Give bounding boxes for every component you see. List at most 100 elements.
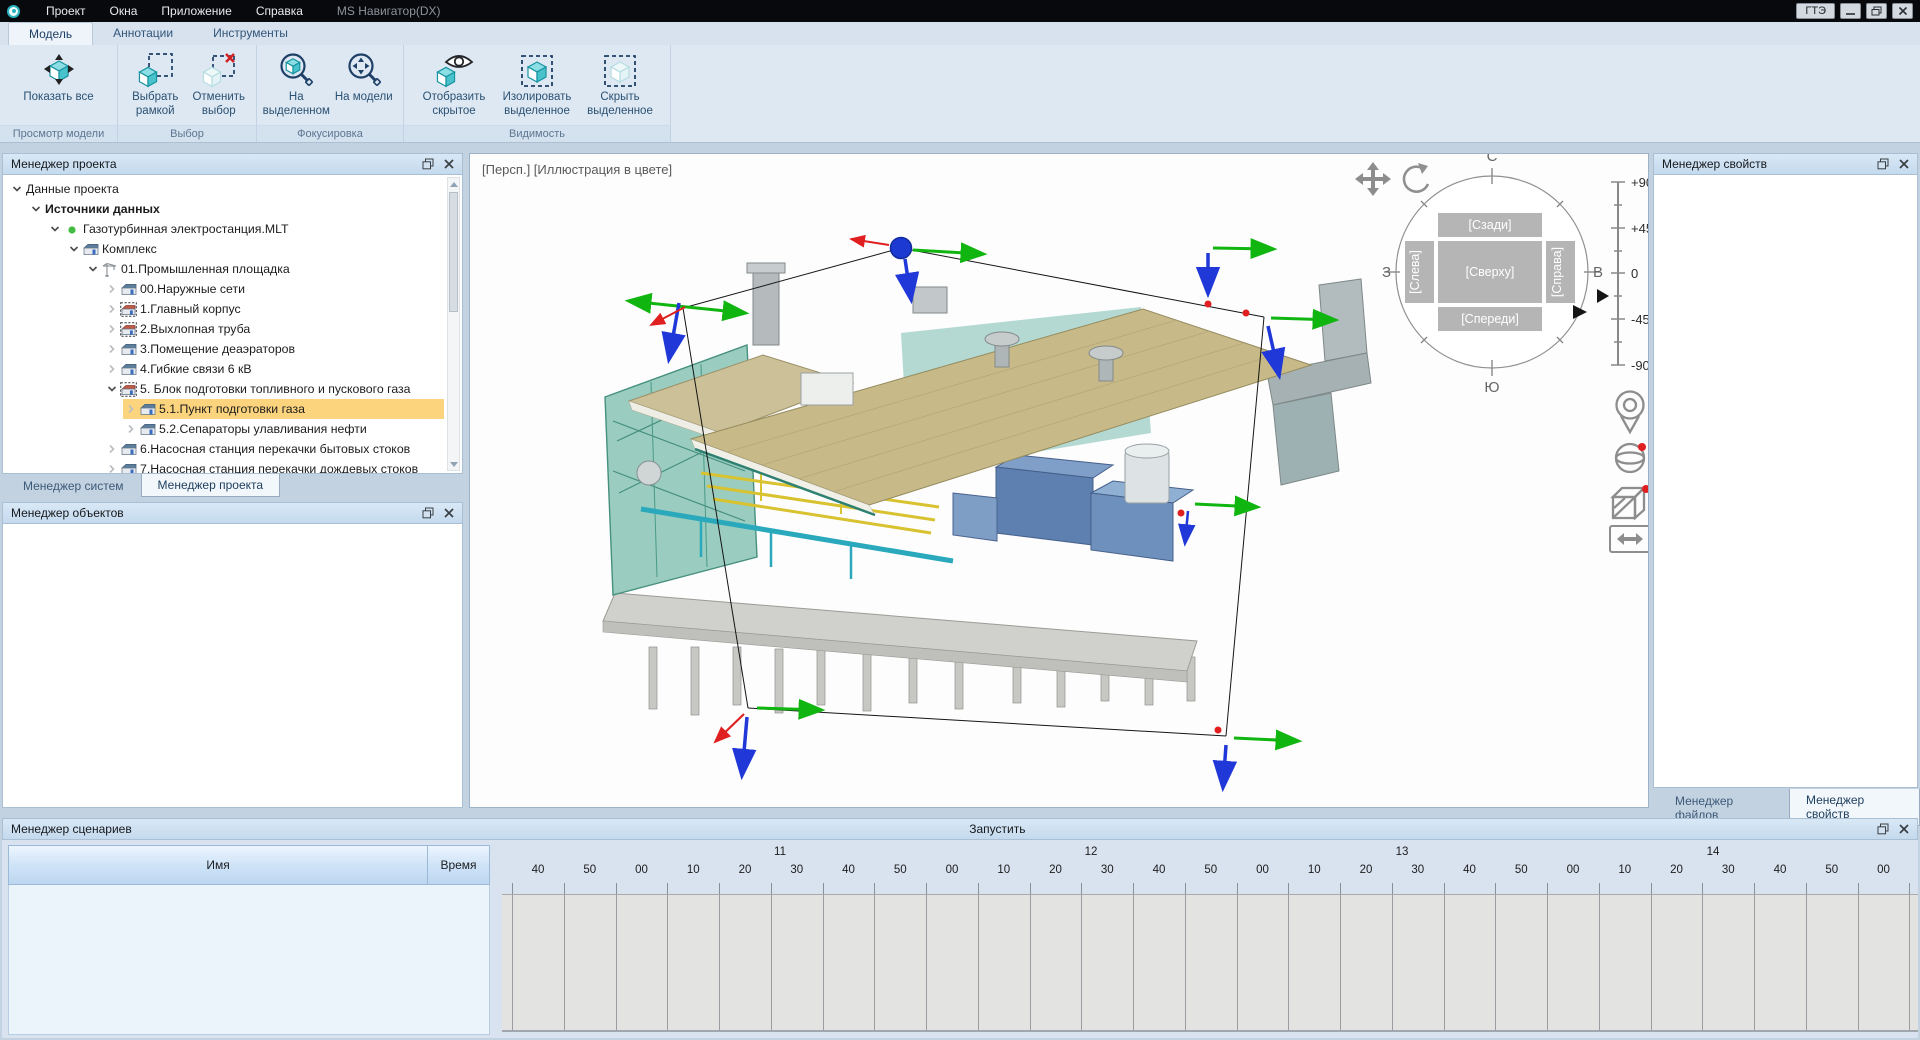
viewport-3d[interactable]: [Персп.] [Иллюстрация в цвете]	[469, 153, 1649, 808]
ribbon-tab-1[interactable]: Аннотации	[93, 22, 193, 45]
tree-item[interactable]: 5.2.Сепараторы улавливания нефти	[3, 419, 462, 439]
gizmo-sphere-handle	[891, 238, 912, 259]
menu-item-0[interactable]: Проект	[34, 0, 98, 22]
column-header-time[interactable]: Время	[427, 846, 489, 884]
close-panel-icon[interactable]	[1899, 159, 1909, 169]
chevron-right-icon[interactable]	[104, 323, 119, 335]
float-panel-icon[interactable]	[422, 507, 434, 519]
timeline-gridline	[1702, 895, 1703, 1030]
tree-item[interactable]: 3.Помещение деаэраторов	[3, 339, 462, 359]
walk-box-icon[interactable]	[1613, 485, 1648, 518]
show-all-button[interactable]: Показать все	[4, 50, 113, 105]
ribbon: МодельАннотацииИнструменты Показать все …	[0, 22, 1920, 143]
chevron-right-icon[interactable]	[104, 303, 119, 315]
timeline-minute-label: 00	[635, 864, 648, 876]
show-hidden-button[interactable]: Отобразить скрытое	[414, 50, 495, 119]
window-controls: ГТЭ	[1796, 3, 1913, 19]
elevation-marker[interactable]	[1597, 289, 1609, 303]
chevron-down-icon[interactable]	[9, 183, 24, 195]
chevron-right-icon[interactable]	[123, 423, 138, 435]
chevron-down-icon[interactable]	[66, 243, 81, 255]
house-dashed-icon	[119, 322, 138, 337]
chevron-right-icon[interactable]	[104, 443, 119, 455]
menu-item-2[interactable]: Приложение	[149, 0, 243, 22]
tree-item[interactable]: 2.Выхлопная труба	[3, 319, 462, 339]
chevron-right-icon[interactable]	[104, 463, 119, 474]
float-panel-icon[interactable]	[422, 158, 434, 170]
tree-item-label: 01.Промышленная площадка	[119, 262, 290, 276]
chevron-right-icon[interactable]	[123, 403, 138, 415]
run-scenario-button[interactable]: Запустить	[969, 822, 1025, 836]
orbit-icon[interactable]	[1616, 443, 1646, 472]
select-by-frame-button[interactable]: Выбрать рамкой	[125, 50, 187, 119]
close-panel-icon[interactable]	[444, 159, 454, 169]
menu-item-1[interactable]: Окна	[98, 0, 150, 22]
chevron-down-icon[interactable]	[85, 263, 100, 275]
float-panel-icon[interactable]	[1877, 823, 1889, 835]
elevation-slider[interactable]: +90 +45 0 -45 -90	[1597, 175, 1648, 373]
isolate-selected-button[interactable]: Изолировать выделенное	[497, 50, 578, 119]
timeline-track[interactable]	[502, 894, 1918, 1032]
left-dock-tab-0[interactable]: Менеджер систем	[6, 474, 141, 497]
pan-icon[interactable]	[1355, 162, 1391, 196]
column-header-name[interactable]: Имя	[9, 846, 427, 884]
look-around-icon[interactable]	[1617, 392, 1644, 433]
tree-item[interactable]: 5.1.Пункт подготовки газа	[3, 399, 462, 419]
scrollbar-thumb[interactable]	[449, 192, 458, 312]
timeline-tick	[1030, 883, 1031, 894]
close-panel-icon[interactable]	[444, 508, 454, 518]
tree-item-label: 00.Наружные сети	[138, 282, 245, 296]
scroll-up-icon[interactable]	[448, 178, 459, 190]
ribbon-button-label: На модели	[335, 91, 393, 105]
minimize-button[interactable]	[1840, 3, 1861, 19]
float-panel-icon[interactable]	[1877, 158, 1889, 170]
building-model[interactable]	[603, 263, 1371, 715]
tree-item[interactable]: 00.Наружные сети	[3, 279, 462, 299]
tree-item[interactable]: Данные проекта	[3, 179, 462, 199]
timeline-minute-label: 30	[790, 864, 803, 876]
cancel-selection-button[interactable]: Отменить выбор	[188, 50, 250, 119]
project-badge[interactable]: ГТЭ	[1796, 3, 1835, 19]
rotate-icon[interactable]	[1404, 163, 1428, 192]
ribbon-group-2: На выделенном На модели	[257, 45, 404, 125]
tree-scrollbar[interactable]	[447, 177, 460, 471]
close-panel-icon[interactable]	[1899, 824, 1909, 834]
show-hidden-icon	[434, 51, 474, 91]
navigation-compass[interactable]: С Ю З В [Сзади] [Сверху] [Слева] [Справ	[1355, 154, 1603, 396]
tree-item[interactable]: 7.Насосная станция перекачки дождевых ст…	[3, 459, 462, 474]
tree-item[interactable]: 01.Промышленная площадка	[3, 259, 462, 279]
chevron-right-icon[interactable]	[104, 343, 119, 355]
focus-selected-button[interactable]: На выделенном	[264, 50, 330, 119]
timeline-hour-label: 12	[1085, 846, 1098, 858]
restore-button[interactable]	[1866, 3, 1887, 19]
chevron-down-icon[interactable]	[47, 223, 62, 235]
timeline-ruler[interactable]: 1112131440500010203040500010203040500010…	[502, 845, 1918, 1037]
focus-model-button[interactable]: На модели	[331, 50, 397, 105]
menu-item-3[interactable]: Справка	[244, 0, 315, 22]
close-button[interactable]	[1892, 3, 1913, 19]
cube-select-icon	[136, 51, 174, 91]
tree-item[interactable]: 6.Насосная станция перекачки бытовых сто…	[3, 439, 462, 459]
scroll-down-icon[interactable]	[448, 458, 459, 470]
timeline-tick	[1237, 883, 1238, 894]
chevron-right-icon[interactable]	[104, 283, 119, 295]
tree-item[interactable]: 1.Главный корпус	[3, 299, 462, 319]
hide-selected-button[interactable]: Скрыть выделенное	[580, 50, 661, 119]
zoom-selected-icon	[277, 51, 315, 91]
timeline-tick	[1651, 883, 1652, 894]
tree-item[interactable]: 4.Гибкие связи 6 кВ	[3, 359, 462, 379]
ribbon-tab-0[interactable]: Модель	[8, 22, 93, 45]
chevron-down-icon[interactable]	[28, 203, 43, 215]
tree-item[interactable]: Источники данных	[3, 199, 462, 219]
tree-item[interactable]: Газотурбинная электростанция.MLT	[3, 219, 462, 239]
tree-item[interactable]: 5. Блок подготовки топливного и пусковог…	[3, 379, 462, 399]
timeline-gridline	[616, 895, 617, 1030]
chevron-down-icon[interactable]	[104, 383, 119, 395]
tree-item[interactable]: Комплекс	[3, 239, 462, 259]
chevron-right-icon[interactable]	[104, 363, 119, 375]
slider-label: +45	[1631, 221, 1648, 236]
scenario-table-body[interactable]	[8, 885, 490, 1035]
ribbon-tab-2[interactable]: Инструменты	[193, 22, 308, 45]
left-dock-tab-1[interactable]: Менеджер проекта	[141, 474, 281, 497]
pan-horizontal-icon[interactable]	[1610, 526, 1648, 552]
